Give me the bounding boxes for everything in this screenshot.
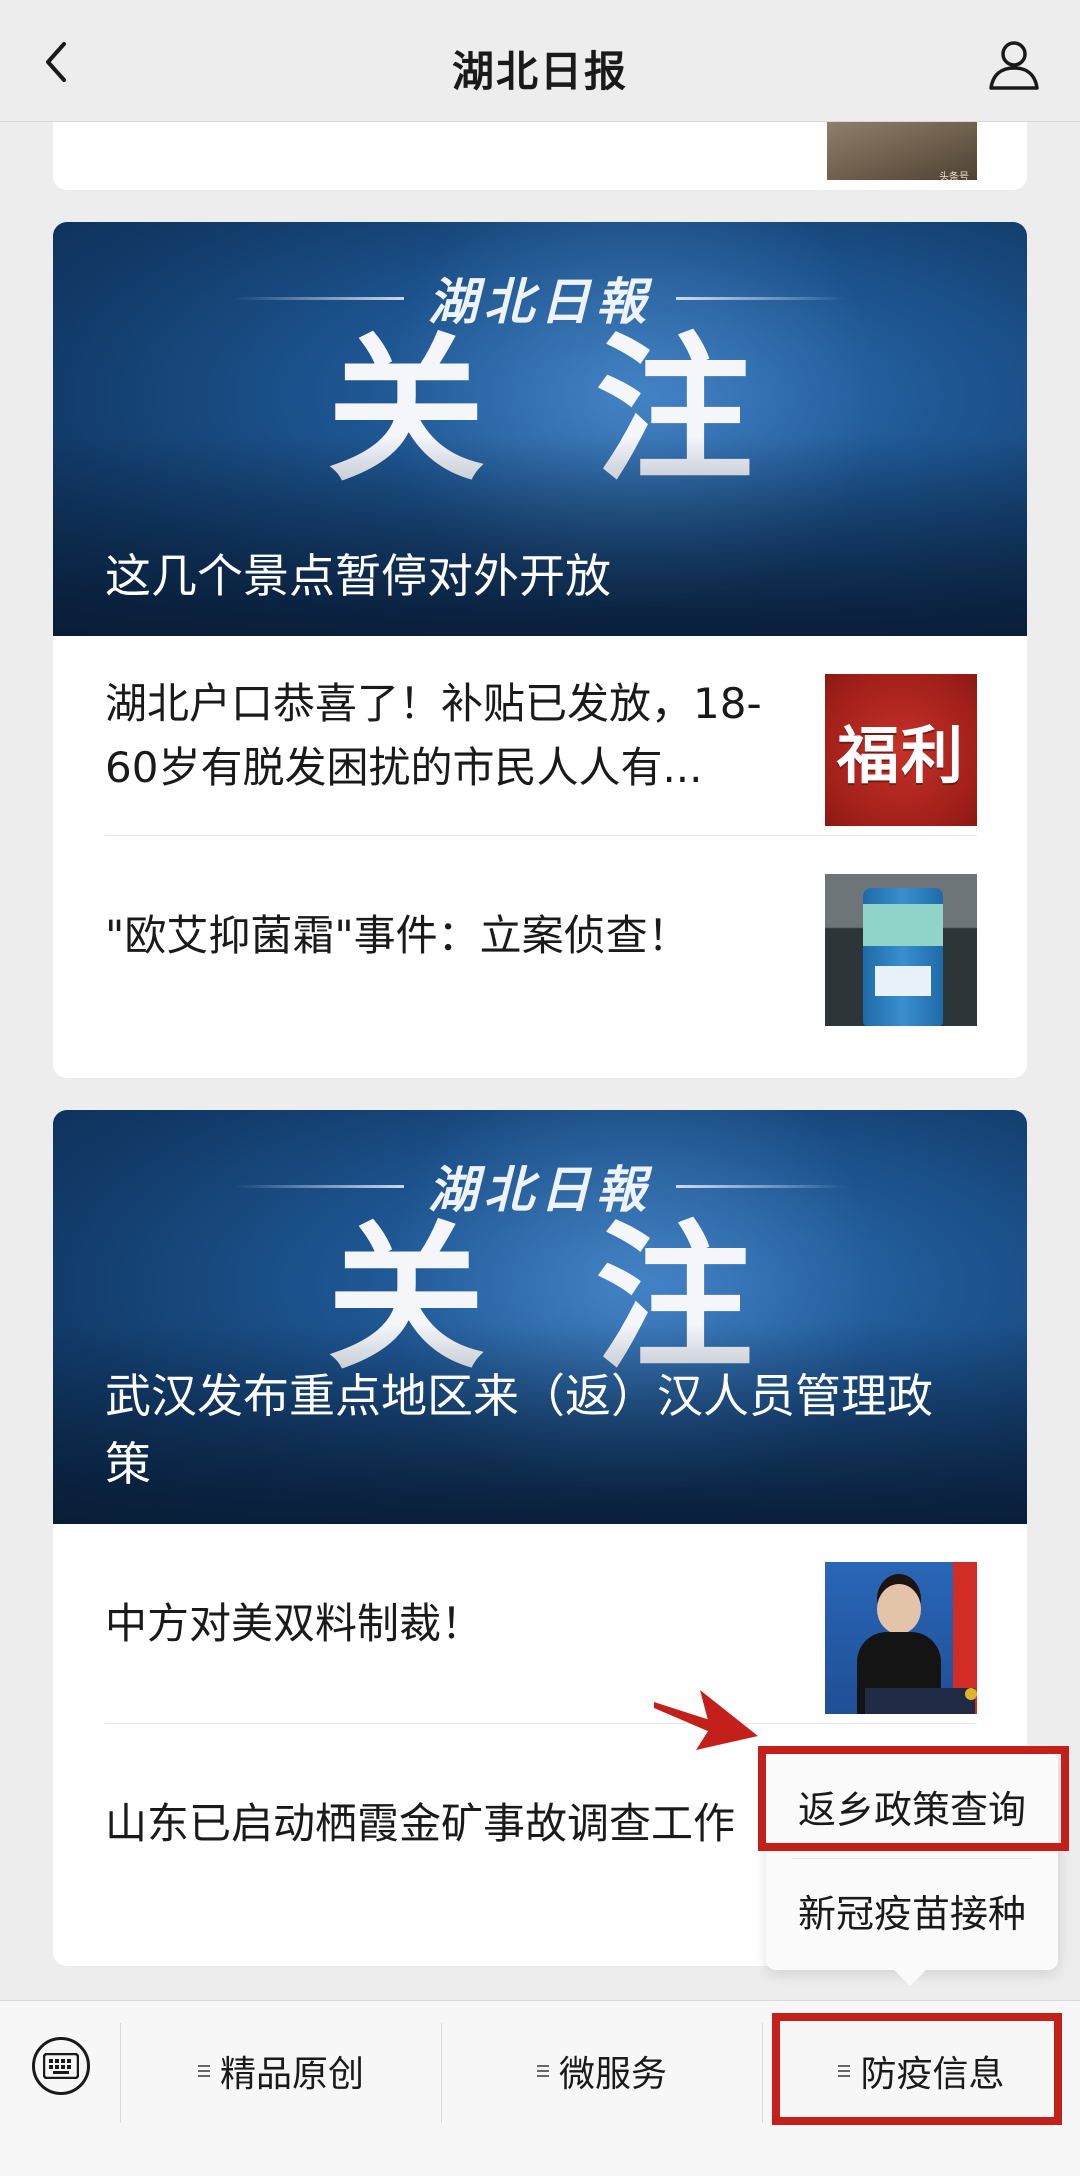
article-thumbnail: 福利 xyxy=(825,674,977,826)
headline-banner[interactable]: 湖北日報 关注 这几个景点暂停对外开放 xyxy=(53,222,1027,636)
submenu-item-vaccination[interactable]: 新冠疫苗接种 xyxy=(766,1860,1058,1960)
annotation-arrow-icon xyxy=(652,1684,760,1754)
thumb-shape xyxy=(965,1688,977,1700)
list-item[interactable]: "欧艾抑菌霜"事件：立案侦查！ xyxy=(105,836,977,1036)
article-thumbnail xyxy=(825,1562,977,1714)
banner-rule-right xyxy=(676,1184,846,1188)
banner-rule-left xyxy=(234,1184,404,1188)
popup-pointer xyxy=(894,1970,926,1986)
highlight-box xyxy=(772,2013,1062,2125)
list-item-title: "欧艾抑菌霜"事件：立案侦查！ xyxy=(105,911,690,960)
banner-rule-right xyxy=(676,296,846,300)
list-item-title: 中方对美双料制裁！ xyxy=(105,1598,484,1648)
thumb-shape xyxy=(875,966,931,996)
divider xyxy=(792,1858,1032,1859)
menu-item-label: 微服务 xyxy=(558,2054,667,2095)
menu-item-originals[interactable]: 精品原创 xyxy=(121,2031,441,2111)
thumb-shape xyxy=(865,1688,975,1714)
user-profile-icon[interactable] xyxy=(986,36,1042,92)
menu-icon xyxy=(197,2064,210,2078)
headline-banner[interactable]: 湖北日報 关注 武汉发布重点地区来（返）汉人员管理政策 xyxy=(53,1110,1027,1524)
article-thumbnail xyxy=(825,874,977,1026)
thumbnail-text: 福利 xyxy=(836,719,965,792)
article-group-card: 湖北日報 关注 这几个景点暂停对外开放 湖北户口恭喜了！补贴已发放，18-60岁… xyxy=(53,222,1027,1078)
menu-item-label: 精品原创 xyxy=(219,2054,364,2095)
menu-item-micro-services[interactable]: 微服务 xyxy=(442,2031,762,2111)
list-item[interactable]: 中方对美双料制裁！ xyxy=(105,1524,977,1724)
keyboard-icon[interactable] xyxy=(32,2037,90,2095)
thumbnail-caption: 头条号 xyxy=(939,172,969,183)
list-item-title: 湖北户口恭喜了！补贴已发放，18-60岁有脱发困扰的市民人人有... xyxy=(105,678,762,792)
thumb-shape xyxy=(877,1584,921,1634)
banner-rule-left xyxy=(234,296,404,300)
page-title: 湖北日报 xyxy=(451,47,628,96)
list-item[interactable]: 湖北户口恭喜了！补贴已发放，18-60岁有脱发困扰的市民人人有... 福利 xyxy=(105,636,977,836)
navigation-bar: 湖北日报 xyxy=(0,0,1080,122)
highlight-box xyxy=(758,1746,1069,1851)
banner-headline: 武汉发布重点地区来（返）汉人员管理政策 xyxy=(105,1369,933,1491)
menu-icon xyxy=(536,2064,549,2078)
banner-headline: 这几个景点暂停对外开放 xyxy=(105,549,611,603)
thumb-shape xyxy=(863,904,943,946)
